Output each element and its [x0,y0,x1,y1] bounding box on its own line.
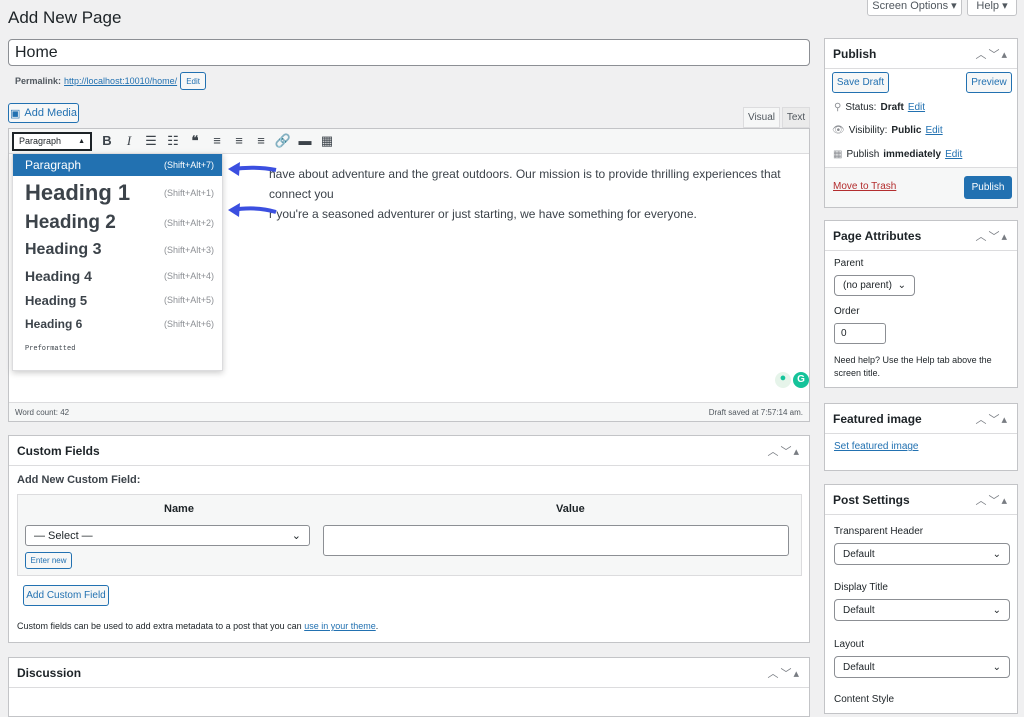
tab-text[interactable]: Text [782,107,810,128]
box-controls-icon[interactable]: ︿﹀▴ [767,665,801,681]
caret-up-icon: ▲ [78,137,85,145]
read-more-icon[interactable]: ▬ [294,133,316,149]
format-option-paragraph[interactable]: Paragraph (Shift+Alt+7) [13,154,222,176]
format-option-heading-6[interactable]: Heading 6 (Shift+Alt+6) [13,312,222,336]
word-count: Word count: 42 [15,407,70,417]
box-controls-icon[interactable]: ︿﹀▴ [975,46,1009,62]
chevron-down-icon: ⌄ [992,661,1001,673]
publish-box: Publish ︿﹀▴ Save Draft Preview ⚲ Status: Dr… [824,38,1018,208]
blockquote-icon[interactable]: ❝ [184,133,206,149]
add-media-button[interactable]: ▣ Add Media [8,103,79,123]
display-title-select[interactable]: Default ⌄ [834,599,1010,621]
permalink-url[interactable]: http://localhost:10010/home/ [64,76,177,86]
pin-icon: ⚲ [834,102,842,113]
italic-icon[interactable]: I [118,133,140,149]
move-to-trash-link[interactable]: Move to Trash [833,181,896,192]
help-button[interactable]: Help ▾ [967,0,1017,16]
chevron-down-icon: ⌄ [291,530,301,542]
draft-saved-status: Draft saved at 7:57:14 am. [708,407,803,417]
format-dropdown: Paragraph (Shift+Alt+7) Heading 1 (Shift+A… [12,153,223,371]
bold-icon[interactable]: B [96,133,118,149]
publish-button[interactable]: Publish [964,176,1012,199]
box-controls-icon[interactable]: ︿﹀▴ [975,228,1009,244]
page-attributes-box: Page Attributes ︿﹀▴ Parent (no parent) ⌄ O… [824,220,1018,388]
calendar-icon: ▦ [833,149,843,160]
transparent-header-select[interactable]: Default ⌄ [834,543,1010,565]
enter-new-button[interactable]: Enter new [25,552,72,569]
visibility-edit-link[interactable]: Edit [925,125,942,136]
bullet-list-icon[interactable]: ☰ [140,133,162,149]
numbered-list-icon[interactable]: ☷ [162,133,184,149]
align-left-icon[interactable]: ≡ [206,133,228,149]
custom-field-name-select[interactable]: — Select — ⌄ [25,525,310,546]
custom-fields-box: Custom Fields ︿﹀▴ Add New Custom Field: N… [8,435,810,643]
use-in-theme-link[interactable]: use in your theme [304,621,376,631]
post-settings-box: Post Settings ︿﹀▴ Transparent Header Defa… [824,484,1018,714]
screen-options-button[interactable]: Screen Options ▾ [867,0,962,16]
format-option-heading-5[interactable]: Heading 5 (Shift+Alt+5) [13,288,222,312]
grammarly-widget[interactable]: ● G [775,372,809,388]
status-edit-link[interactable]: Edit [908,102,925,113]
lightbulb-icon[interactable]: ● [775,372,791,388]
permalink-edit-button[interactable]: Edit [180,72,207,90]
add-custom-field-button[interactable]: Add Custom Field [23,585,109,606]
link-icon[interactable]: 🔗 [272,133,294,149]
format-option-heading-1[interactable]: Heading 1 (Shift+Alt+1) [13,176,222,209]
chevron-down-icon: ⌄ [992,604,1001,616]
align-right-icon[interactable]: ≡ [250,133,272,149]
format-option-heading-3[interactable]: Heading 3 (Shift+Alt+3) [13,237,222,263]
chevron-down-icon: ⌄ [897,280,906,291]
eye-icon: 👁 [832,125,845,136]
align-center-icon[interactable]: ≡ [228,133,250,149]
format-option-preformatted[interactable]: Preformatted [13,336,222,362]
tab-visual[interactable]: Visual [743,107,780,128]
toolbar-toggle-icon[interactable]: ▦ [316,133,338,149]
box-controls-icon[interactable]: ︿﹀▴ [767,443,801,459]
permalink-label: Permalink: [15,76,62,86]
save-draft-button[interactable]: Save Draft [832,72,889,93]
parent-select[interactable]: (no parent) ⌄ [834,275,915,296]
chevron-down-icon: ⌄ [992,548,1001,560]
layout-select[interactable]: Default ⌄ [834,656,1010,678]
grammarly-icon[interactable]: G [793,372,809,388]
page-title: Add New Page [8,8,122,27]
order-input[interactable]: 0 [834,323,886,344]
preview-button[interactable]: Preview [966,72,1012,93]
format-select[interactable]: Paragraph ▲ [12,131,92,151]
box-controls-icon[interactable]: ︿﹀▴ [975,411,1009,427]
custom-field-value-input[interactable] [323,525,789,556]
set-featured-image-link[interactable]: Set featured image [834,441,919,452]
discussion-box: Discussion ︿﹀▴ [8,657,810,717]
annotation-arrows [228,162,277,217]
schedule-edit-link[interactable]: Edit [945,149,962,160]
featured-image-box: Featured image ︿﹀▴ Set featured image [824,403,1018,471]
format-option-heading-4[interactable]: Heading 4 (Shift+Alt+4) [13,263,222,288]
box-controls-icon[interactable]: ︿﹀▴ [975,492,1009,508]
media-icon: ▣ [10,107,21,120]
title-input[interactable]: Home [8,39,810,66]
format-option-heading-2[interactable]: Heading 2 (Shift+Alt+2) [13,209,222,237]
